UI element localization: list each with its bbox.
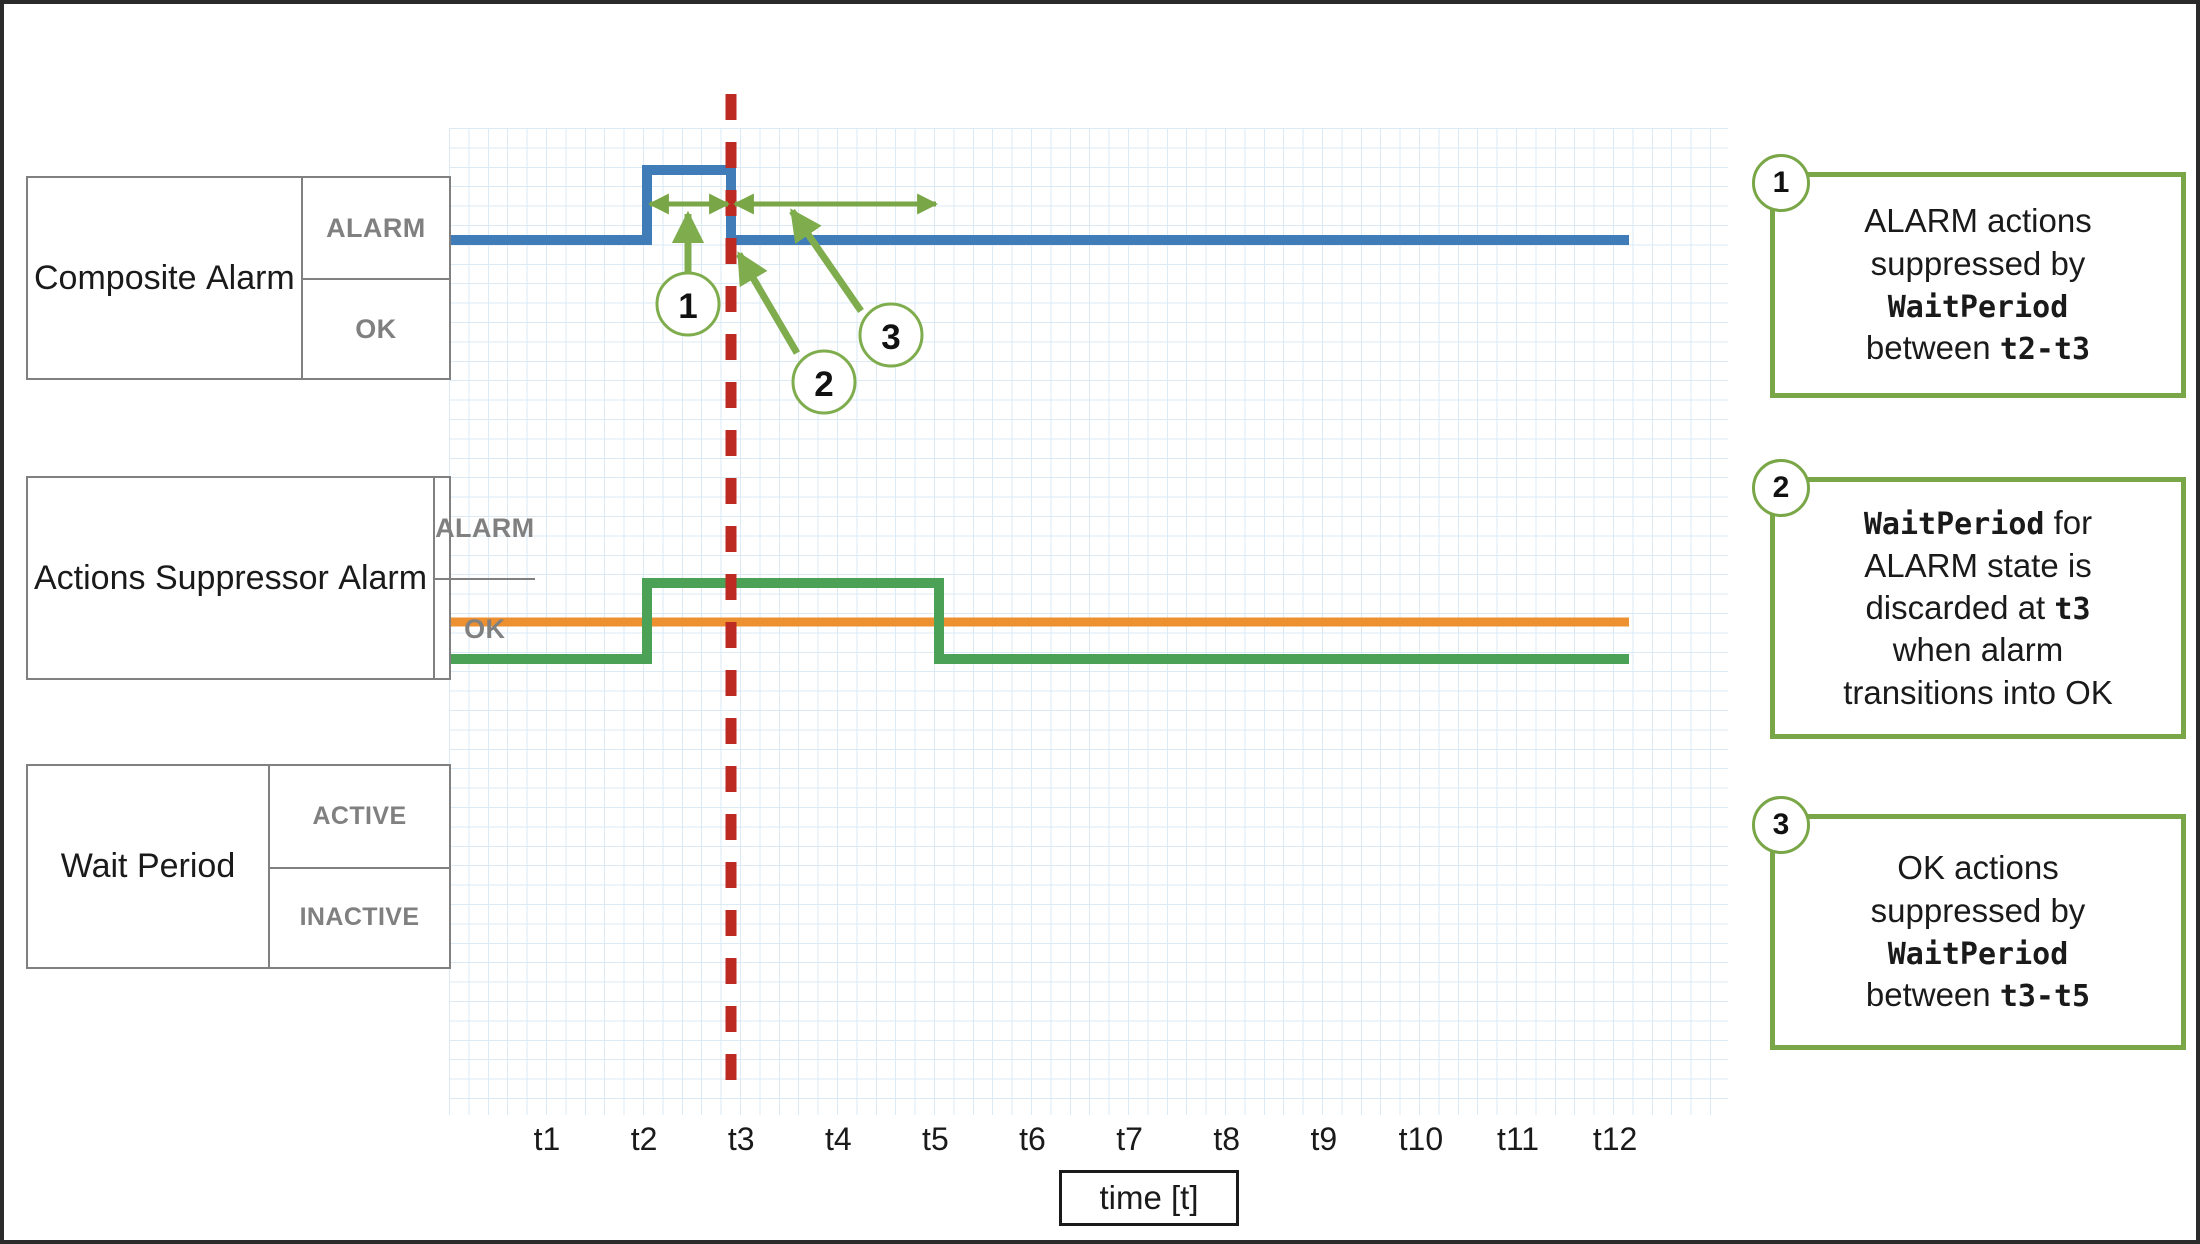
callout-text-line: when alarm bbox=[1843, 629, 2113, 671]
state-label-ok: OK bbox=[302, 278, 449, 378]
callout-text-line: WaitPeriod bbox=[1864, 285, 2091, 327]
code-token: WaitPeriod bbox=[1887, 936, 2069, 972]
callout-text-line: ALARM actions bbox=[1864, 200, 2091, 242]
x-tick-label-t2: t2 bbox=[630, 1121, 658, 1157]
plot-callout-number-3: 3 bbox=[881, 318, 900, 357]
state-label-alarm: ALARM bbox=[435, 512, 535, 543]
row-states-wait-period: ACTIVE INACTIVE bbox=[268, 766, 449, 967]
diagram-page: 1 2 3 Composite Alarm ALARM OK Actions S… bbox=[0, 0, 2200, 1244]
text-run: for bbox=[2044, 504, 2093, 542]
state-label-inactive: INACTIVE bbox=[270, 866, 449, 968]
callout-text-line: discarded at t3 bbox=[1843, 587, 2113, 629]
text-run: OK actions bbox=[1897, 849, 2059, 887]
code-token: WaitPeriod bbox=[1887, 289, 2069, 325]
plot-callout-marker-3[interactable]: 3 bbox=[858, 302, 924, 368]
row-name-line: Composite bbox=[34, 258, 197, 297]
callout-text-line: transitions into OK bbox=[1843, 672, 2113, 714]
state-label-active: ACTIVE bbox=[312, 801, 407, 830]
row-name-wait-period: Wait Period bbox=[28, 766, 268, 967]
row-name-line: Alarm bbox=[205, 258, 295, 297]
plot-callout-number-2: 2 bbox=[814, 365, 833, 404]
row-name-line: Actions bbox=[34, 558, 146, 597]
code-token: t3-t5 bbox=[1999, 979, 2091, 1015]
text-run: suppressed by bbox=[1870, 244, 2086, 282]
text-run: discarded at bbox=[1865, 588, 2055, 626]
callout-2-text: WaitPeriod for ALARM state is discarded at… bbox=[1843, 502, 2113, 713]
text-run: ALARM actions bbox=[1864, 202, 2092, 240]
leader-line-2 bbox=[735, 251, 801, 355]
x-tick-label-t3: t3 bbox=[727, 1121, 755, 1157]
row-states-actions-suppressor-alarm: ALARM OK bbox=[433, 478, 535, 678]
callout-text-line: WaitPeriod for bbox=[1843, 502, 2113, 544]
plot-callout-marker-2[interactable]: 2 bbox=[791, 349, 857, 415]
row-label-actions-suppressor-alarm: Actions Suppressor Alarm ALARM OK bbox=[26, 476, 535, 680]
code-token: t2-t3 bbox=[1999, 332, 2091, 368]
state-label-alarm: ALARM bbox=[326, 212, 426, 243]
text-run: ALARM state is bbox=[1864, 546, 2092, 584]
row-name-line: Period bbox=[136, 847, 236, 886]
code-token: WaitPeriod bbox=[1863, 507, 2045, 543]
callout-text-line: WaitPeriod bbox=[1866, 932, 2090, 974]
callout-text-line: suppressed by bbox=[1866, 890, 2090, 932]
row-name-actions-suppressor-alarm: Actions Suppressor Alarm bbox=[28, 478, 433, 678]
x-tick-label-t5: t5 bbox=[922, 1121, 949, 1157]
trace-composite-alarm bbox=[449, 165, 1629, 245]
plot-callout-marker-1[interactable]: 1 bbox=[655, 271, 721, 337]
callout-3-text: OK actions suppressed by WaitPeriod between… bbox=[1866, 847, 2090, 1016]
x-tick-label-t9: t9 bbox=[1310, 1121, 1338, 1157]
x-tick-label-t11: t11 bbox=[1496, 1121, 1540, 1157]
callout-3-number: 3 bbox=[1752, 796, 1810, 854]
callout-2: WaitPeriod for ALARM state is discarded at… bbox=[1752, 459, 2186, 739]
callout-3-box: OK actions suppressed by WaitPeriod between… bbox=[1770, 814, 2186, 1050]
row-name-line: Wait bbox=[60, 847, 128, 886]
callout-1-text: ALARM actions suppressed by WaitPeriod betw… bbox=[1864, 200, 2091, 369]
x-tick-label-t7: t7 bbox=[1116, 1121, 1143, 1157]
text-run: transitions into OK bbox=[1843, 673, 2113, 711]
x-tick-label-t12: t12 bbox=[1592, 1121, 1638, 1157]
text-run: suppressed by bbox=[1870, 891, 2086, 929]
row-states-composite-alarm: ALARM OK bbox=[300, 178, 449, 378]
leader-line-3 bbox=[789, 208, 864, 313]
text-run: between bbox=[1865, 976, 2000, 1014]
x-tick-label-t4: t4 bbox=[824, 1121, 852, 1157]
x-axis-title: time [t] bbox=[1059, 1170, 1239, 1226]
x-tick-label-t1: t1 bbox=[533, 1121, 561, 1157]
callout-text-line: between t2-t3 bbox=[1864, 327, 2091, 369]
row-name-line: Alarm bbox=[338, 558, 428, 597]
x-tick-label-t10: t10 bbox=[1398, 1121, 1444, 1157]
x-tick-label-t6: t6 bbox=[1019, 1121, 1046, 1157]
callout-3: OK actions suppressed by WaitPeriod between… bbox=[1752, 796, 2186, 1050]
callout-1: ALARM actions suppressed by WaitPeriod betw… bbox=[1752, 154, 2186, 398]
state-label-ok: OK bbox=[435, 578, 535, 678]
callout-1-number: 1 bbox=[1752, 154, 1810, 212]
plot-callout-number-1: 1 bbox=[678, 287, 697, 326]
row-name-line: Suppressor bbox=[154, 558, 329, 597]
callout-text-line: OK actions bbox=[1866, 847, 2090, 889]
callout-1-box: ALARM actions suppressed by WaitPeriod betw… bbox=[1770, 172, 2186, 398]
callout-text-line: ALARM state is bbox=[1843, 545, 2113, 587]
row-label-wait-period: Wait Period ACTIVE INACTIVE bbox=[26, 764, 451, 969]
plot-traces: 1 2 3 bbox=[449, 94, 1629, 1100]
code-token: t3 bbox=[2054, 591, 2091, 627]
text-run: when alarm bbox=[1892, 631, 2064, 669]
callout-text-line: between t3-t5 bbox=[1866, 974, 2090, 1016]
callout-2-box: WaitPeriod for ALARM state is discarded at… bbox=[1770, 477, 2186, 739]
callout-text-line: suppressed by bbox=[1864, 243, 2091, 285]
row-label-composite-alarm: Composite Alarm ALARM OK bbox=[26, 176, 451, 380]
callout-2-number: 2 bbox=[1752, 459, 1810, 517]
row-name-composite-alarm: Composite Alarm bbox=[28, 178, 301, 378]
x-tick-label-t8: t8 bbox=[1213, 1121, 1241, 1157]
text-run: between bbox=[1865, 329, 2000, 367]
